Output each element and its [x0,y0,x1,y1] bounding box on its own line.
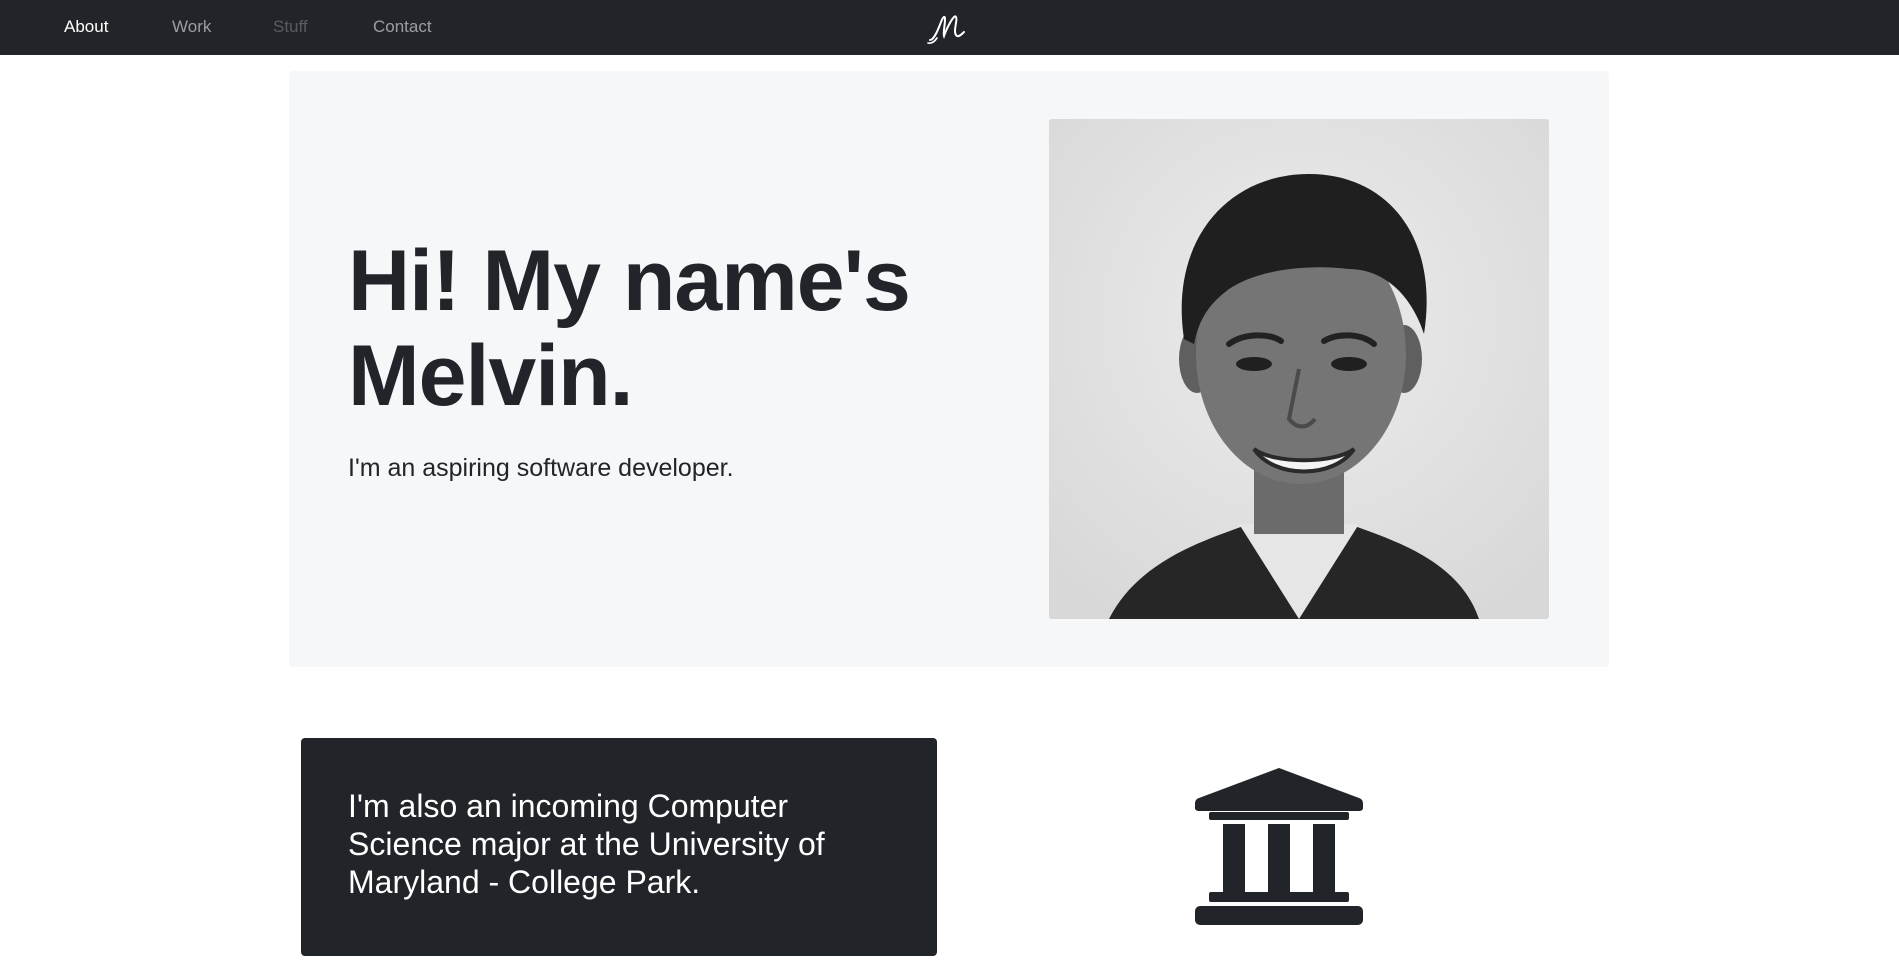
person-portrait-icon [1049,119,1549,619]
nav-stuff: Stuff [273,17,308,36]
university-info-card: I'm also an incoming Computer Science ma… [301,738,937,956]
signature-monogram-icon [927,15,965,44]
nav-contact[interactable]: Contact [373,17,432,37]
hero-jumbotron: Hi! My name's Melvin. I'm an aspiring so… [289,71,1609,667]
portrait-photo [1049,119,1549,619]
university-icon [1195,768,1363,925]
university-text: I'm also an incoming Computer Science ma… [348,788,825,900]
brand-logo[interactable] [926,10,970,46]
hero-subtitle: I'm an aspiring software developer. [348,454,734,482]
nav-work[interactable]: Work [172,17,211,37]
top-navbar: About Work Stuff Contact [0,0,1899,55]
hero-title: Hi! My name's Melvin. [348,233,911,424]
nav-about[interactable]: About [64,17,108,37]
